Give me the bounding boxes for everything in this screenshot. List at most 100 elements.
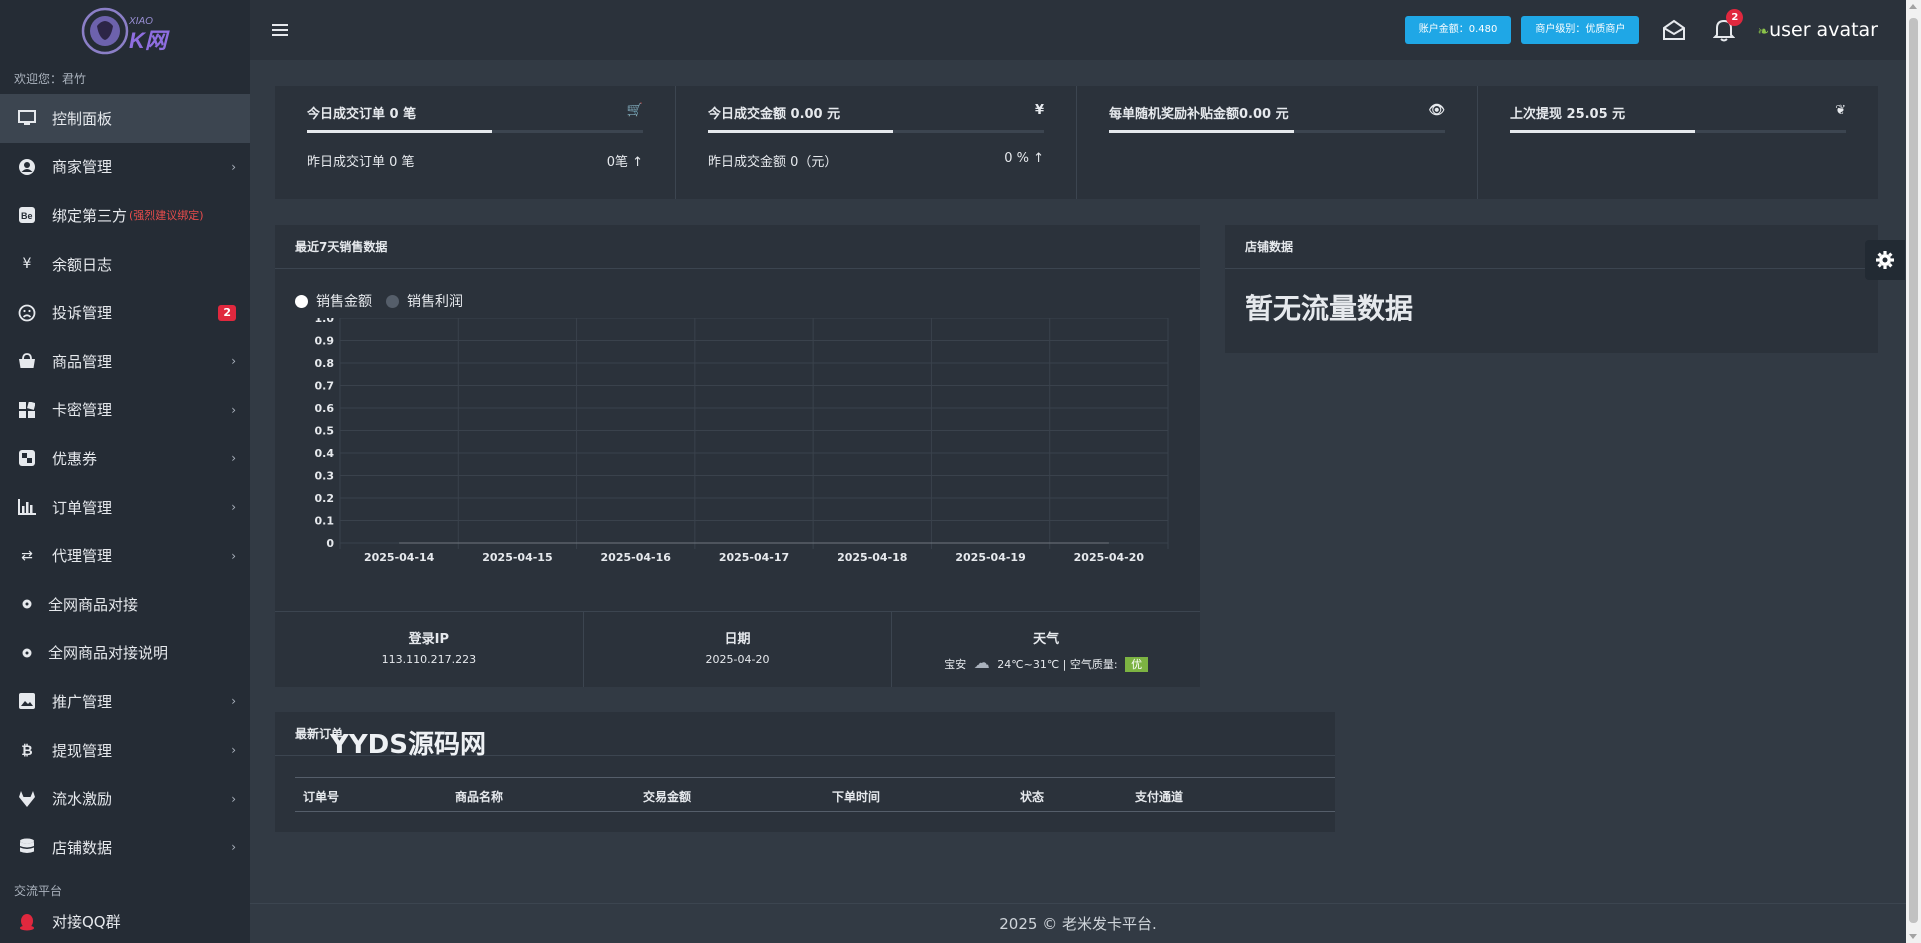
x-tick-label: 2025-04-15 xyxy=(482,551,552,564)
x-tick-label: 2025-04-20 xyxy=(1074,551,1145,564)
sidebar-item-flow-reward[interactable]: 流水激励 › xyxy=(0,774,250,823)
cart-icon: 🛒 xyxy=(626,103,643,118)
stat-sub-left: 昨日成交金额 0（元） xyxy=(708,155,838,170)
login-ip-title: 登录IP xyxy=(408,632,450,647)
exchange-icon: ⇄ xyxy=(21,547,33,564)
welcome-text: 欢迎您：君竹 xyxy=(14,72,87,86)
legend-label-profit[interactable]: 销售利润 xyxy=(407,291,463,311)
chevron-right-icon: › xyxy=(231,548,236,563)
sidebar-item-qq-group[interactable]: 对接QQ群 xyxy=(0,902,250,942)
col-order-time[interactable]: 下单时间 xyxy=(832,788,880,805)
scrollbar-thumb[interactable] xyxy=(1909,18,1918,923)
sidebar-item-card-keys[interactable]: 卡密管理 › xyxy=(0,386,250,435)
sidebar-item-network-products[interactable]: 全网商品对接 xyxy=(0,580,250,629)
stat-progress-bar xyxy=(1510,130,1846,133)
user-circle-icon xyxy=(16,158,38,176)
air-quality-badge: 优 xyxy=(1125,657,1149,672)
sales-card-title: 最近7天销售数据 xyxy=(275,225,1200,269)
notification-bell[interactable]: 2 xyxy=(1711,9,1744,43)
gear-icon xyxy=(1876,251,1894,269)
sidebar-item-network-products-guide[interactable]: 全网商品对接说明 xyxy=(0,629,250,678)
svg-text:K网: K网 xyxy=(129,28,170,53)
sidebar-item-dashboard[interactable]: 控制面板 xyxy=(0,94,250,143)
sidebar-item-orders[interactable]: 订单管理 › xyxy=(0,483,250,532)
menu-toggle-icon[interactable] xyxy=(272,21,288,39)
bind-hint: (强烈建议绑定) xyxy=(129,209,204,223)
sidebar-item-agents[interactable]: ⇄ 代理管理 › xyxy=(0,531,250,580)
account-balance-badge[interactable]: 账户金额：0.480 xyxy=(1404,16,1512,44)
monitor-icon xyxy=(16,109,38,127)
stat-sub-right: 0笔 ↑ xyxy=(606,155,643,170)
legend-label-amount[interactable]: 销售金额 xyxy=(316,291,372,311)
col-amount[interactable]: 交易金额 xyxy=(643,788,691,805)
sidebar-item-promotion[interactable]: 推广管理 › xyxy=(0,677,250,726)
stat-sub-right: 0 % ↑ xyxy=(1004,151,1044,166)
chevron-right-icon: › xyxy=(231,402,236,417)
stat-progress-bar xyxy=(307,130,643,133)
weather-title: 天气 xyxy=(1033,632,1060,647)
yen-icon: ¥ xyxy=(22,256,32,273)
leaf-avatar-icon: ❧ xyxy=(1757,24,1770,40)
legend-dot-profit[interactable] xyxy=(386,294,399,308)
x-tick-label: 2025-04-16 xyxy=(601,551,672,564)
sidebar-item-withdraw[interactable]: ₿ 提现管理 › xyxy=(0,726,250,775)
avatar-alt-text: user avatar xyxy=(1769,19,1878,41)
bitcoin-icon: ₿ xyxy=(21,742,33,759)
sidebar-item-complaints[interactable]: 投诉管理 2 xyxy=(0,288,250,337)
x-tick-label: 2025-04-19 xyxy=(955,551,1025,564)
chevron-right-icon: › xyxy=(231,743,236,758)
sidebar-item-coupons[interactable]: 优惠券 › xyxy=(0,434,250,483)
scroll-down-arrow[interactable] xyxy=(1909,934,1917,939)
col-product-name[interactable]: 商品名称 xyxy=(455,788,503,805)
sidebar-item-products[interactable]: 商品管理 › xyxy=(0,337,250,386)
yen-icon: ¥ xyxy=(1034,103,1044,118)
eye-icon: 👁 xyxy=(1428,103,1445,118)
sidebar-item-label: 全网商品对接说明 xyxy=(48,644,169,663)
stat-today-orders: 今日成交订单 0 笔 🛒 昨日成交订单 0 笔 0笔 ↑ xyxy=(275,86,676,199)
y-tick-label: 0.2 xyxy=(315,492,335,505)
chevron-right-icon: › xyxy=(231,840,236,855)
gitlab-icon xyxy=(16,790,38,808)
scroll-up-arrow[interactable] xyxy=(1909,4,1917,9)
leaf-icon: ❦ xyxy=(1835,103,1846,118)
stat-progress-bar xyxy=(1109,130,1445,133)
chevron-right-icon: › xyxy=(231,354,236,369)
legend-dot-amount[interactable] xyxy=(295,294,308,308)
no-traffic-message: 暂无流量数据 xyxy=(1245,292,1414,325)
sidebar-item-shop-data[interactable]: 店铺数据 › xyxy=(0,823,250,872)
date-title: 日期 xyxy=(724,632,751,647)
settings-button[interactable] xyxy=(1865,240,1905,280)
page-scrollbar[interactable] xyxy=(1906,0,1921,943)
stat-last-withdrawal: 上次提现 25.05 元 ❦ xyxy=(1478,86,1878,199)
stat-progress-bar xyxy=(708,130,1044,133)
stat-reward-subsidy: 每单随机奖励补贴金额0.00 元 👁 xyxy=(1077,86,1478,199)
sidebar-item-label: 余额日志 xyxy=(52,255,113,274)
weather-city: 宝安 xyxy=(944,658,967,671)
envelope-open-icon[interactable] xyxy=(1661,17,1687,43)
stat-progress-fill xyxy=(1510,130,1695,133)
sales-line-chart: 0 0.1 0.2 0.3 0.4 0.5 0.6 0.7 0.8 0.9 1.0 2025-04-1… xyxy=(315,318,1169,564)
sidebar-item-bind-third-party[interactable]: Be 绑定第三方 (强烈建议绑定) xyxy=(0,191,250,240)
sidebar-item-label: 提现管理 xyxy=(52,741,113,760)
sidebar-item-merchant[interactable]: 商家管理 › xyxy=(0,143,250,192)
col-status[interactable]: 状态 xyxy=(1020,788,1044,805)
y-tick-label: 0 xyxy=(326,537,334,550)
shop-data-card: 店铺数据 暂无流量数据 xyxy=(1225,225,1878,353)
col-payment-channel[interactable]: 支付通道 xyxy=(1135,788,1183,805)
site-logo[interactable]: XIAO K网 xyxy=(77,4,173,58)
chevron-right-icon: › xyxy=(231,791,236,806)
cloud-icon: ☁ xyxy=(973,653,990,672)
x-tick-label: 2025-04-14 xyxy=(364,551,435,564)
user-avatar[interactable]: ❧user avatar xyxy=(1757,19,1878,41)
sidebar-item-label: 优惠券 xyxy=(52,449,98,468)
sidebar-item-label: 商品管理 xyxy=(52,352,113,371)
sidebar-item-balance-log[interactable]: ¥ 余额日志 xyxy=(0,240,250,289)
stat-progress-fill xyxy=(708,130,893,133)
y-tick-label: 0.9 xyxy=(315,335,335,348)
col-order-no[interactable]: 订单号 xyxy=(303,788,339,805)
behance-icon: Be xyxy=(16,206,38,224)
date-value: 2025-04-20 xyxy=(705,653,770,666)
weather-cell: 天气 宝安 ☁ 24℃~31℃ | 空气质量: 优 xyxy=(892,612,1200,687)
complaint-count-badge: 2 xyxy=(218,304,236,321)
merchant-level-badge[interactable]: 商户级别：优质商户 xyxy=(1521,16,1640,44)
